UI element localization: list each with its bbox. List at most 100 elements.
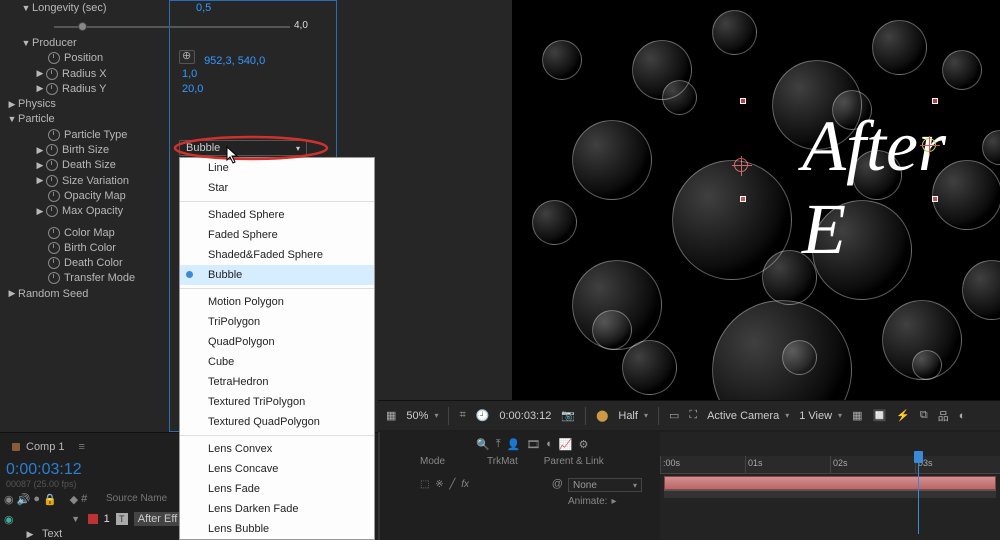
pickwhip-icon[interactable]: @ <box>552 478 563 490</box>
menu-item[interactable]: Bubble <box>180 265 374 285</box>
twirl-icon[interactable] <box>20 38 32 48</box>
camera-dropdown[interactable]: Active Camera▾ <box>707 410 789 422</box>
lock-icon[interactable]: 🔒 <box>43 493 57 506</box>
crosshair-icon[interactable] <box>179 50 195 64</box>
trkmat-header[interactable]: TrkMat <box>487 456 518 467</box>
twirl-icon[interactable] <box>6 114 18 124</box>
prop-physics[interactable]: Physics <box>0 96 378 111</box>
audio-icon[interactable]: 🔊 <box>17 493 31 506</box>
stopwatch-icon[interactable] <box>48 272 60 284</box>
selection-handle[interactable] <box>740 98 746 104</box>
twirl-icon[interactable] <box>70 514 82 524</box>
fast-preview-icon[interactable]: ⚡ <box>896 409 910 422</box>
menu-item[interactable]: Shaded&Faded Sphere <box>180 245 374 265</box>
stopwatch-icon[interactable] <box>46 159 58 171</box>
slider-track[interactable] <box>54 26 290 28</box>
search-icon[interactable]: 🔍 <box>476 438 490 451</box>
twirl-icon[interactable] <box>6 99 18 110</box>
menu-item[interactable]: Lens Bubble <box>180 519 374 539</box>
menu-item[interactable]: Cube <box>180 352 374 372</box>
solo-icon[interactable]: ● <box>33 493 40 506</box>
zoom-dropdown[interactable]: 50%▾ <box>406 410 438 422</box>
parent-dropdown[interactable]: None▾ <box>568 478 642 492</box>
preview-canvas[interactable]: After E <box>512 0 1000 400</box>
parent-header[interactable]: Parent & Link <box>544 456 604 467</box>
shy-icon[interactable]: 👤 <box>507 438 521 451</box>
prop-position[interactable]: Position 952,3, 540,0 <box>0 51 378 66</box>
source-name-header[interactable]: Source Name <box>106 493 167 504</box>
stopwatch-icon[interactable] <box>46 144 58 156</box>
stopwatch-icon[interactable] <box>48 190 60 202</box>
motion-blur-icon[interactable]: ◐ <box>546 438 553 451</box>
region-icon[interactable]: ⛶ <box>689 409 697 422</box>
flowchart-icon[interactable]: 品 <box>938 408 949 424</box>
reset-exposure-icon[interactable]: ◐ <box>959 410 966 422</box>
menu-item[interactable]: Star <box>180 178 374 198</box>
menu-item[interactable]: Shaded Sphere <box>180 205 374 225</box>
preview-timecode[interactable]: 0:00:03:12 <box>499 410 551 422</box>
twirl-icon[interactable] <box>34 83 46 94</box>
eye-icon[interactable]: ◉ <box>4 493 14 506</box>
resolution-dropdown[interactable]: Half▾ <box>618 410 648 422</box>
layer-duration-bar[interactable] <box>664 476 996 490</box>
collapse-switch[interactable]: ※ <box>435 479 443 490</box>
stopwatch-icon[interactable] <box>48 257 60 269</box>
fx-switch[interactable]: fx <box>461 479 469 490</box>
menu-item[interactable]: TetraHedron <box>180 372 374 392</box>
work-area-bar[interactable] <box>664 490 996 498</box>
visibility-icon[interactable]: ◉ <box>4 513 14 526</box>
grid-icon[interactable]: ▦ <box>852 409 862 422</box>
twirl-icon[interactable] <box>6 288 18 299</box>
prop-value[interactable]: 1,0 <box>182 68 197 80</box>
comp-marker-icon[interactable]: ⤒ <box>496 438 501 451</box>
frame-blend-icon[interactable]: 🎞 <box>526 438 540 451</box>
menu-item[interactable]: Line <box>180 158 374 178</box>
pixel-aspect-icon[interactable]: 🔲 <box>872 409 886 422</box>
alpha-icon[interactable]: ▦ <box>386 409 396 422</box>
particle-type-dropdown[interactable]: Bubble ▾ <box>179 140 307 156</box>
stopwatch-icon[interactable] <box>46 83 58 95</box>
selection-handle[interactable] <box>932 98 938 104</box>
prop-radius-y[interactable]: Radius Y 20,0 <box>0 81 378 96</box>
layer-label-color[interactable] <box>88 514 98 524</box>
menu-item[interactable]: Lens Concave <box>180 459 374 479</box>
snapshot-icon[interactable]: 📷 <box>561 409 575 422</box>
anchor-point-icon[interactable] <box>922 138 936 152</box>
graph-editor-icon[interactable]: 📈 <box>559 438 573 451</box>
prop-value[interactable]: 952,3, 540,0 <box>204 55 265 67</box>
timecode-icon[interactable]: 🕘 <box>476 409 490 422</box>
cti-head[interactable] <box>914 451 923 463</box>
stopwatch-icon[interactable] <box>48 129 60 141</box>
timeline-icon[interactable]: ⧉ <box>920 409 928 422</box>
layer-name[interactable]: After Eff <box>134 512 182 526</box>
view-layout-dropdown[interactable]: 1 View▾ <box>799 410 842 422</box>
menu-item[interactable]: QuadPolygon <box>180 332 374 352</box>
tab-menu-icon[interactable]: ≡ <box>79 441 85 453</box>
label-icon[interactable]: ◆ <box>70 493 78 506</box>
menu-item[interactable]: Textured QuadPolygon <box>180 412 374 432</box>
prop-value[interactable]: 0,5 <box>196 2 211 14</box>
twirl-icon[interactable] <box>34 68 46 79</box>
timeline-timecode[interactable]: 0:00:03:12 <box>6 461 82 479</box>
stopwatch-icon[interactable] <box>46 68 58 80</box>
animate-menu[interactable]: Animate:▸ <box>568 496 617 507</box>
twirl-icon[interactable] <box>24 529 36 540</box>
prop-value[interactable]: 20,0 <box>182 83 203 95</box>
twirl-icon[interactable] <box>34 160 46 171</box>
shy-switch[interactable]: ⬚ <box>420 479 429 490</box>
menu-item[interactable]: Lens Convex <box>180 439 374 459</box>
menu-item[interactable]: Motion Polygon <box>180 292 374 312</box>
time-ruler[interactable]: :00s01s02s03s04s <box>660 456 1000 474</box>
toggle-transparency-icon[interactable]: ▭ <box>669 409 679 422</box>
prop-radius-x[interactable]: Radius X 1,0 <box>0 66 378 81</box>
show-channel-icon[interactable]: ⬤ <box>596 409 608 422</box>
menu-item[interactable]: TriPolygon <box>180 312 374 332</box>
stopwatch-icon[interactable] <box>48 227 60 239</box>
comp-tab[interactable]: Comp 1 ≡ <box>12 441 85 453</box>
layer-text-group[interactable]: Text <box>24 528 62 540</box>
twirl-icon[interactable] <box>34 206 46 217</box>
prop-particle[interactable]: Particle <box>0 112 378 127</box>
menu-item[interactable]: Faded Sphere <box>180 225 374 245</box>
menu-item[interactable]: Lens Darken Fade <box>180 499 374 519</box>
menu-item[interactable]: Lens Fade <box>180 479 374 499</box>
